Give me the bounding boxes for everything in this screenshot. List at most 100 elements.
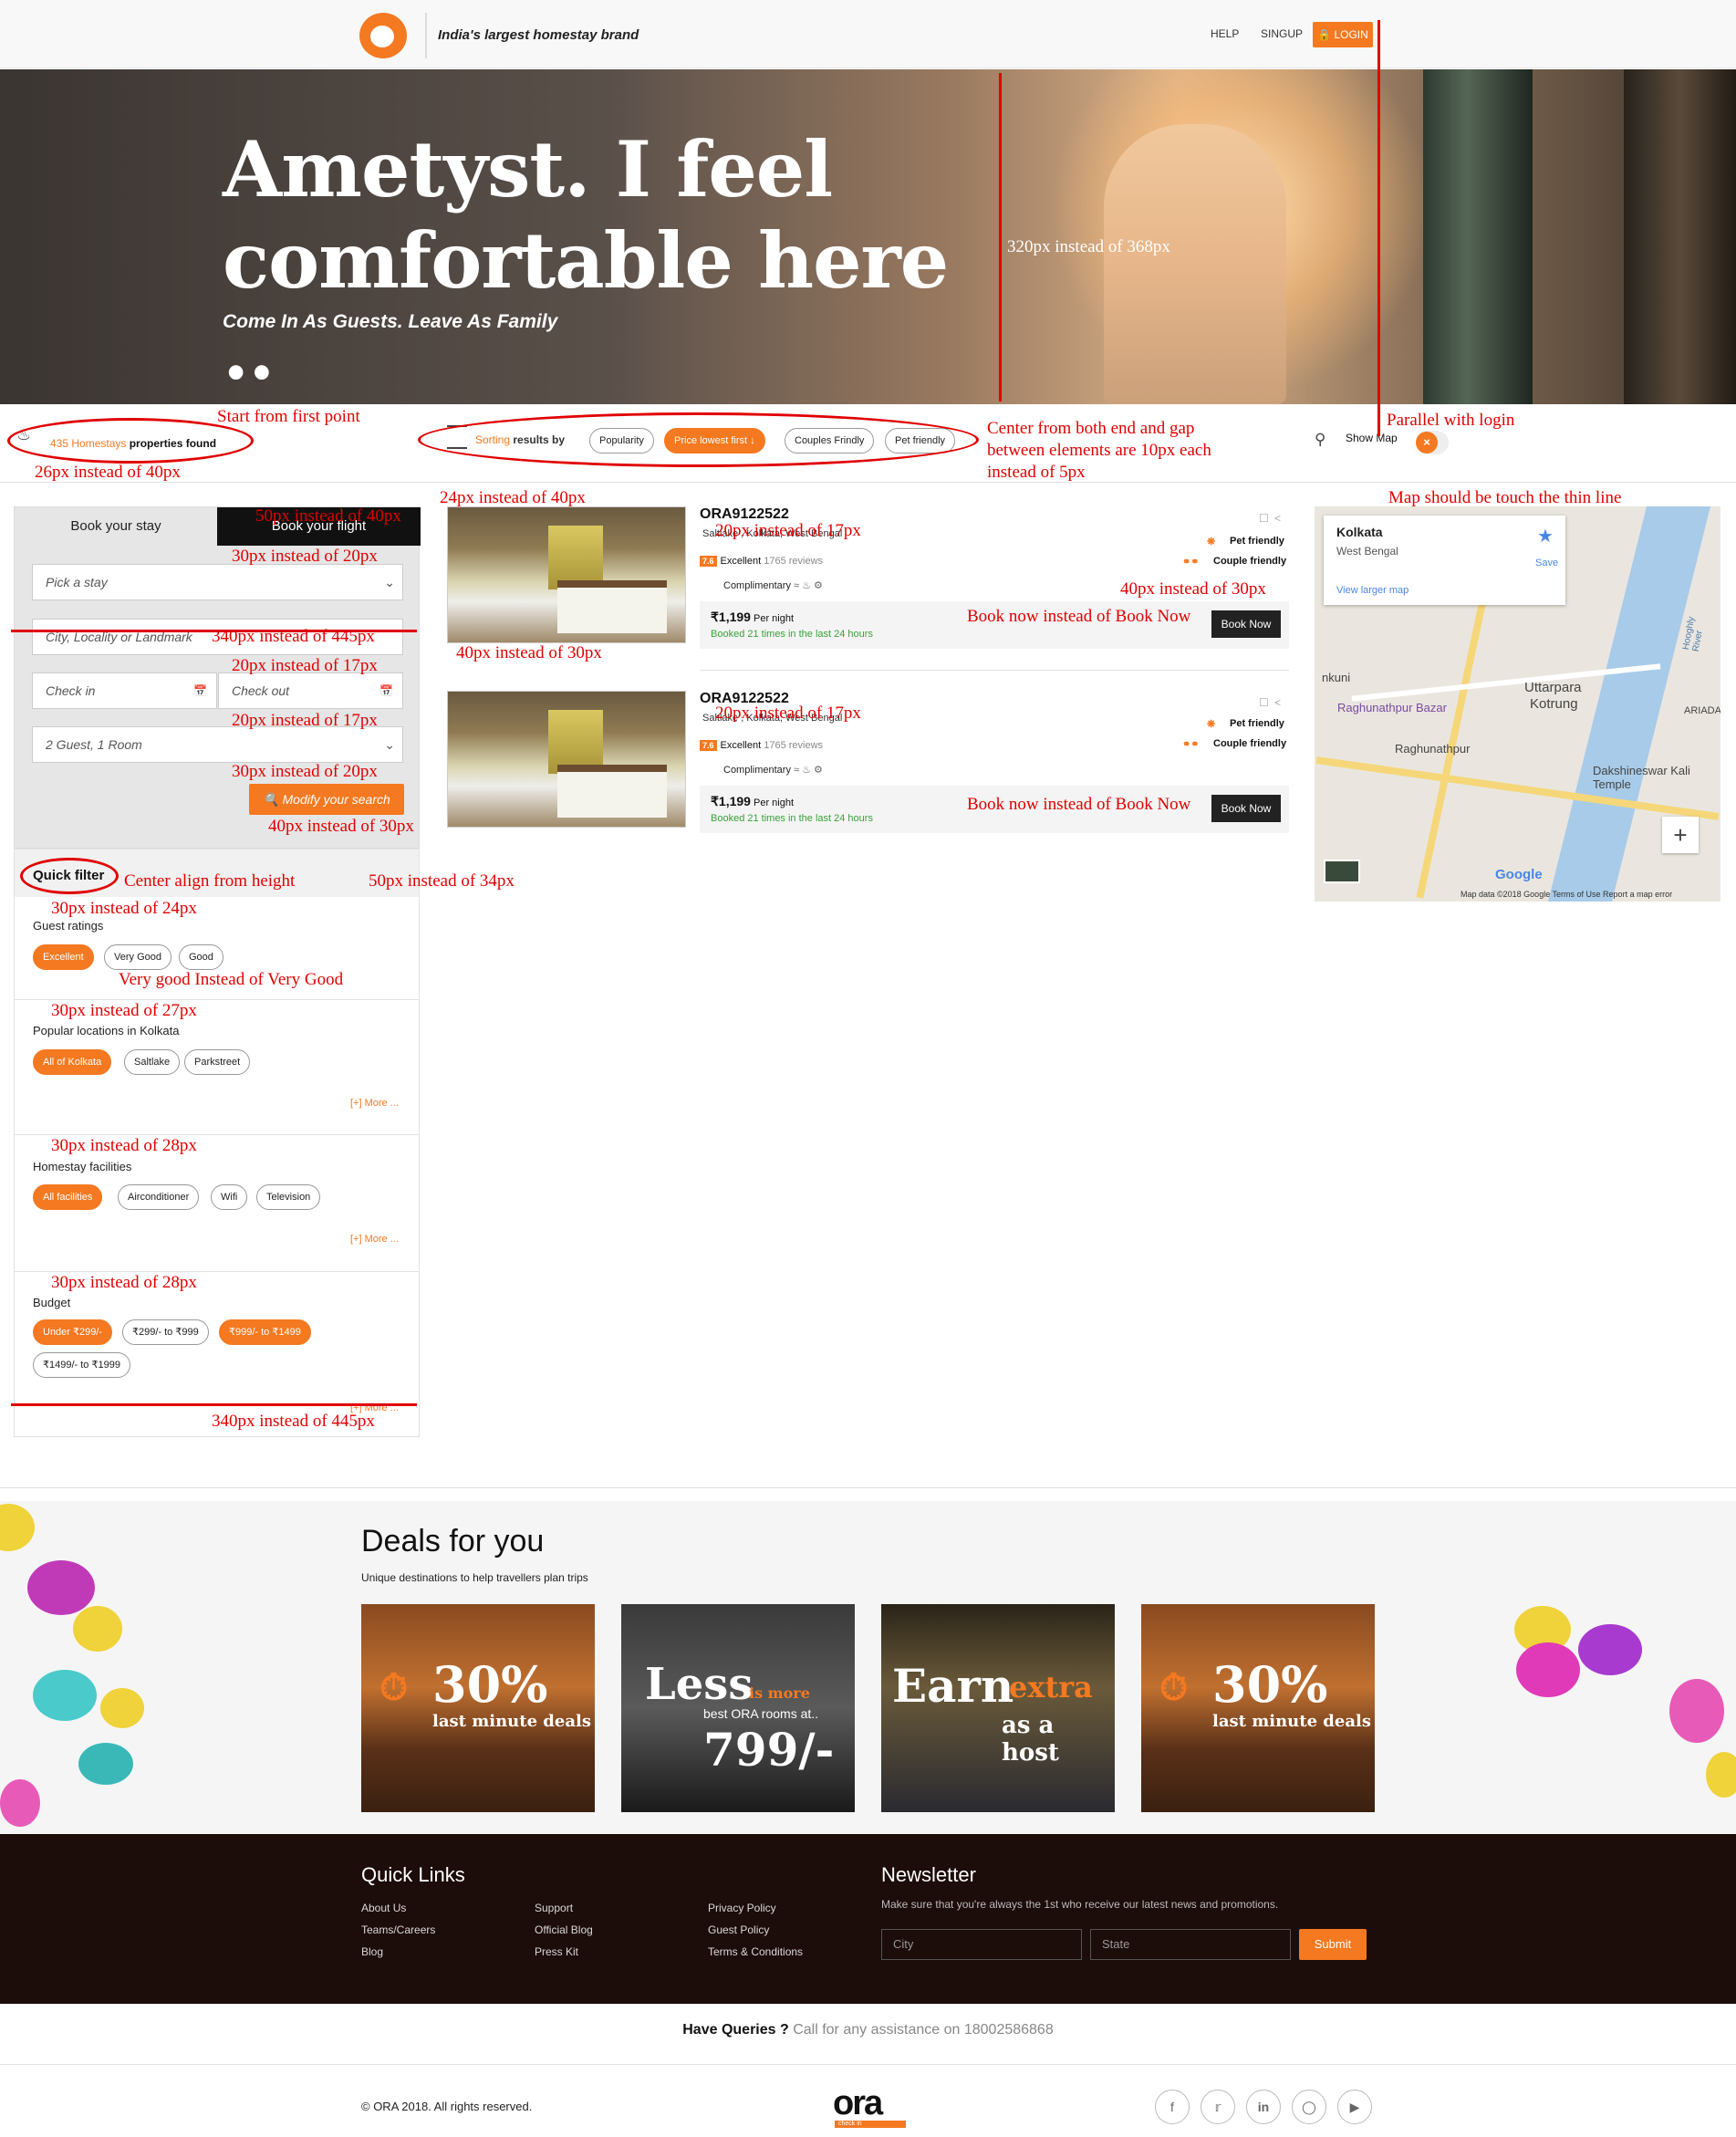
youtube-icon[interactable]: ▶ <box>1337 2090 1372 2124</box>
deal-card[interactable]: Earn extra as a host <box>881 1604 1115 1812</box>
couple-friendly-tag: Couple friendly <box>1213 738 1287 749</box>
facilities-more-link[interactable]: [+] More ... <box>350 1234 399 1245</box>
deal-small-text: last minute deals <box>432 1712 591 1731</box>
budget-1499-1999[interactable]: ₹1499/- to ₹1999 <box>33 1352 130 1378</box>
deal-card[interactable]: ⏱ 30% last minute deals <box>1141 1604 1375 1812</box>
booked-count: Booked 21 times in the last 24 hours <box>711 813 873 824</box>
book-now-button[interactable]: Book Now <box>1211 795 1281 822</box>
satellite-thumbnail[interactable] <box>1324 860 1360 883</box>
annotation-line <box>11 1403 417 1406</box>
star-icon[interactable]: ★ <box>1537 525 1554 547</box>
zoom-in-button[interactable]: + <box>1662 817 1699 853</box>
hero-title: Ametyst. I feel comfortable here .. <box>223 124 949 397</box>
curtain-left <box>1423 69 1533 404</box>
bookmark-icon[interactable]: ☐ <box>1259 512 1269 525</box>
newsletter-sub: Make sure that you're always the 1st who… <box>881 1898 1279 1911</box>
confetti <box>1578 1624 1642 1675</box>
footer-link[interactable]: About Us <box>361 1902 406 1914</box>
filter-divider <box>15 999 419 1000</box>
map-panel[interactable]: Kolkata West Bengal ★ Save View larger m… <box>1315 506 1720 902</box>
budget-title: Budget <box>33 1296 71 1309</box>
deal-card[interactable]: ⏱ 30% last minute deals <box>361 1604 595 1812</box>
facility-airconditioner[interactable]: Airconditioner <box>118 1184 200 1210</box>
share-icon[interactable]: < <box>1274 696 1281 709</box>
ora-wordmark-text: ora <box>833 2084 883 2122</box>
room-photo[interactable] <box>447 691 686 828</box>
guests-select[interactable]: 2 Guest, 1 Room ⌄ <box>32 726 403 763</box>
footer-link[interactable]: Guest Policy <box>708 1923 769 1936</box>
rating-good[interactable]: Good <box>179 944 223 970</box>
footer-link[interactable]: Support <box>535 1902 573 1914</box>
confetti <box>1706 1752 1736 1798</box>
location-saltlake[interactable]: Saltlake <box>124 1049 181 1075</box>
annotation-text: 30px instead of 27px <box>51 1001 197 1020</box>
map-region: West Bengal <box>1336 545 1398 558</box>
budget-299-999[interactable]: ₹299/- to ₹999 <box>122 1319 209 1345</box>
pick-stay-value: Pick a stay <box>46 575 108 589</box>
price: ₹1,199 Per night <box>711 610 794 625</box>
ora-logo[interactable] <box>359 13 407 58</box>
book-now-button[interactable]: Book Now <box>1211 610 1281 638</box>
bookmark-icon[interactable]: ☐ <box>1259 696 1269 709</box>
curtain-right <box>1624 69 1736 404</box>
tab-book-stay[interactable]: Book your stay <box>15 507 217 546</box>
complimentary-label: Complimentary ≈ ♨ ⚙ <box>723 764 823 776</box>
city-field[interactable]: City <box>881 1929 1082 1960</box>
reviews-count: 1765 reviews <box>764 740 824 751</box>
deal-card[interactable]: Less is more best ORA rooms at.. 799/- <box>621 1604 855 1812</box>
instagram-icon[interactable]: ◯ <box>1292 2090 1326 2124</box>
facility-all[interactable]: All facilities <box>33 1184 103 1210</box>
twitter-icon[interactable]: 𝕣 <box>1201 2090 1235 2124</box>
facility-television[interactable]: Television <box>256 1184 321 1210</box>
pet-friendly-tag: Pet friendly <box>1230 718 1284 729</box>
footer-link[interactable]: Teams/Careers <box>361 1923 435 1936</box>
footer-link[interactable]: Privacy Policy <box>708 1902 776 1914</box>
locations-more-link[interactable]: [+] More ... <box>350 1098 399 1109</box>
rating-very-good[interactable]: Very Good <box>104 944 172 970</box>
annotation-text: 40px instead of 30px <box>456 643 602 662</box>
location-parkstreet[interactable]: Parkstreet <box>184 1049 251 1075</box>
annotation-line <box>1377 20 1380 436</box>
footer-link[interactable]: Official Blog <box>535 1923 593 1936</box>
footer-link[interactable]: Terms & Conditions <box>708 1945 803 1958</box>
price: ₹1,199 Per night <box>711 794 794 809</box>
footer-link[interactable]: Blog <box>361 1945 383 1958</box>
facility-wifi[interactable]: Wifi <box>211 1184 248 1210</box>
calendar-icon: 📅 <box>193 684 207 697</box>
annotation-text: Center from both end and gap <box>987 419 1195 438</box>
listing-card[interactable]: ORA9122522 Saltlake , Kolkata, West Beng… <box>447 691 1289 844</box>
annotation-text: Parallel with login <box>1387 411 1515 430</box>
checkout-input[interactable]: Check out 📅 <box>218 672 403 709</box>
rings-icon: ⚭⚭ <box>1182 557 1200 568</box>
location-all-kolkata[interactable]: All of Kolkata <box>33 1049 112 1075</box>
help-link[interactable]: HELP <box>1211 27 1239 40</box>
budget-999-1499[interactable]: ₹999/- to ₹1499 <box>219 1319 311 1345</box>
filter-divider <box>15 1134 419 1135</box>
pick-stay-select[interactable]: Pick a stay ⌄ <box>32 564 403 600</box>
signup-link[interactable]: SINGUP <box>1261 27 1303 40</box>
view-larger-map-link[interactable]: View larger map <box>1336 585 1409 596</box>
rating-excellent[interactable]: Excellent <box>33 944 94 970</box>
share-icon[interactable]: < <box>1274 512 1281 525</box>
deal-accent: extra <box>1009 1670 1093 1704</box>
modify-search-button[interactable]: 🔍 Modify your search <box>249 784 404 815</box>
ora-wordmark[interactable]: ora <box>833 2084 883 2123</box>
login-button[interactable]: 🔒 LOGIN <box>1313 22 1373 47</box>
checkin-input[interactable]: Check in 📅 <box>32 672 217 709</box>
deal-big-text: 30% <box>1212 1655 1328 1714</box>
footer-link[interactable]: Press Kit <box>535 1945 578 1958</box>
price-value: ₹1,199 <box>711 794 751 808</box>
close-icon: × <box>1416 432 1438 453</box>
budget-under-299[interactable]: Under ₹299/- <box>33 1319 113 1345</box>
hero-banner: Ametyst. I feel comfortable here .. Come… <box>0 69 1736 404</box>
map-save[interactable]: Save <box>1535 558 1558 568</box>
chevron-down-icon: ⌄ <box>384 575 395 589</box>
state-field[interactable]: State <box>1090 1929 1291 1960</box>
show-map-toggle[interactable]: × <box>1416 431 1449 454</box>
linkedin-icon[interactable]: in <box>1246 2090 1281 2124</box>
submit-button[interactable]: Submit <box>1299 1929 1367 1960</box>
facebook-icon[interactable]: f <box>1155 2090 1190 2124</box>
room-photo[interactable] <box>447 506 686 643</box>
map-place: Kolkata <box>1336 525 1383 539</box>
tagline: India's largest homestay brand <box>425 13 639 58</box>
